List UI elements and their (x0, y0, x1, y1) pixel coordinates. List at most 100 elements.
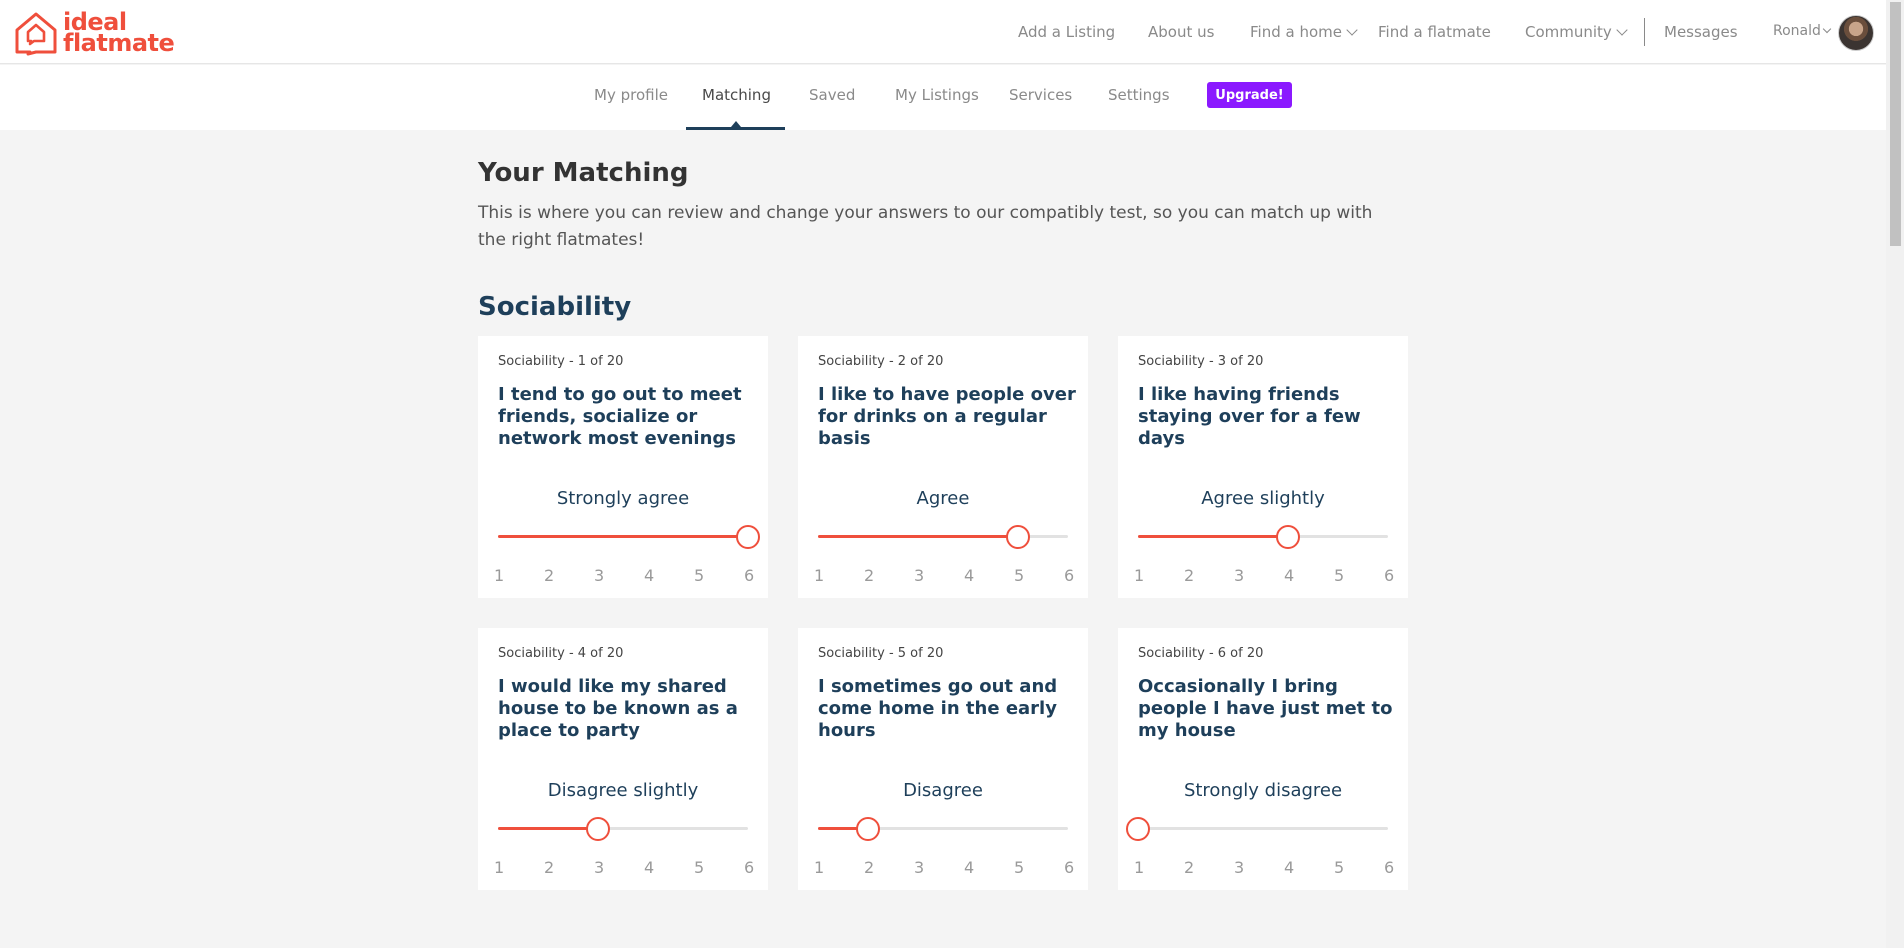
page-title: Your Matching (478, 158, 689, 188)
slider-fill (1138, 535, 1288, 538)
nav-find-home-label: Find a home (1250, 23, 1342, 41)
scale-tick-label: 5 (1334, 858, 1345, 877)
answer-label: Strongly disagree (1183, 780, 1343, 801)
question-text: I like to have people over for drinks on… (818, 384, 1076, 449)
question-card: Sociability - 4 of 20 I would like my sh… (478, 628, 768, 890)
logo-wordmark: ideal flatmate (63, 10, 175, 57)
house-speech-icon (15, 12, 57, 56)
nav-community[interactable]: Community (1525, 23, 1628, 41)
ideal-flatmate-logo[interactable]: ideal flatmate (14, 10, 175, 57)
scale-tick-label: 1 (494, 858, 505, 877)
scale-tick-label: 3 (594, 566, 605, 585)
nav-messages-label: Messages (1664, 23, 1738, 41)
nav-add-listing[interactable]: Add a Listing (1018, 23, 1115, 41)
question-text: I tend to go out to meet friends, social… (498, 384, 742, 449)
slider-track[interactable] (1138, 827, 1388, 830)
nav-divider (1644, 18, 1645, 46)
scale-tick-label: 5 (1334, 566, 1345, 585)
user-name: Ronald (1773, 23, 1821, 39)
upgrade-button[interactable]: Upgrade! (1207, 82, 1292, 108)
scale-tick-label: 4 (644, 858, 655, 877)
slider-thumb[interactable] (856, 817, 880, 841)
question-card: Sociability - 3 of 20 I like having frie… (1118, 336, 1408, 598)
tab-matching[interactable]: Matching (702, 86, 771, 104)
scale-tick-label: 6 (1384, 858, 1395, 877)
question-card: Sociability - 2 of 20 I like to have peo… (798, 336, 1088, 598)
scale-tick-label: 6 (744, 858, 755, 877)
nav-community-label: Community (1525, 23, 1612, 41)
scale-tick-label: 6 (744, 566, 755, 585)
scale-tick-label: 3 (914, 566, 925, 585)
scale-tick-label: 3 (1234, 566, 1245, 585)
nav-add-listing-label: Add a Listing (1018, 23, 1116, 41)
tab-settings[interactable]: Settings (1108, 86, 1170, 104)
scale-tick-label: 3 (914, 858, 925, 877)
nav-messages[interactable]: Messages (1664, 23, 1738, 41)
scale-tick-label: 4 (1284, 858, 1295, 877)
nav-find-home[interactable]: Find a home (1250, 23, 1358, 41)
question-text: I would like my shared house to be known… (498, 676, 738, 741)
scale-tick-label: 5 (694, 858, 705, 877)
logo-line2: flatmate (63, 29, 175, 57)
slider-fill (498, 827, 598, 830)
scale-tick-label: 4 (1284, 566, 1295, 585)
scale-tick-label: 1 (814, 566, 825, 585)
nav-find-flatmate-label: Find a flatmate (1378, 23, 1491, 41)
tab-my-listings[interactable]: My Listings (895, 86, 979, 104)
question-text: Occasionally I bring people I have just … (1138, 676, 1393, 741)
scale-tick-label: 2 (1184, 858, 1195, 877)
question-counter: Sociability - 2 of 20 (818, 354, 944, 369)
question-text: I sometimes go out and come home in the … (818, 676, 1058, 741)
question-counter: Sociability - 3 of 20 (1138, 354, 1264, 369)
scale-tick-label: 2 (544, 566, 555, 585)
scale-tick-label: 5 (1014, 858, 1025, 877)
scale-tick-label: 2 (1184, 566, 1195, 585)
site-header: ideal flatmate Add a Listing About us Fi… (0, 0, 1886, 64)
nav-about-label: About us (1148, 23, 1215, 41)
page-scrollbar-thumb[interactable] (1890, 2, 1901, 246)
answer-label: Agree (916, 488, 970, 509)
answer-label: Agree slightly (1201, 488, 1325, 509)
nav-about-us[interactable]: About us (1148, 23, 1214, 41)
scale-tick-label: 5 (694, 566, 705, 585)
slider-fill (818, 535, 1018, 538)
scale-tick-label: 1 (814, 858, 825, 877)
slider-thumb[interactable] (1126, 817, 1150, 841)
scale-tick-label: 1 (1134, 858, 1145, 877)
slider-scale: 1 2 3 4 5 6 (1118, 566, 1408, 586)
scale-tick-label: 6 (1384, 566, 1395, 585)
question-counter: Sociability - 4 of 20 (498, 646, 624, 661)
slider-thumb[interactable] (586, 817, 610, 841)
user-menu[interactable]: Ronald (1773, 23, 1832, 39)
scale-tick-label: 1 (494, 566, 505, 585)
tab-services[interactable]: Services (1009, 86, 1072, 104)
chevron-down-icon (1346, 23, 1358, 36)
slider-thumb[interactable] (1276, 525, 1300, 549)
scale-tick-label: 4 (964, 566, 975, 585)
nav-find-flatmate[interactable]: Find a flatmate (1378, 23, 1491, 41)
scale-tick-label: 3 (594, 858, 605, 877)
page-intro: This is where you can review and change … (478, 203, 1373, 250)
slider-fill (498, 535, 748, 538)
tab-my-profile[interactable]: My profile (594, 86, 668, 104)
section-title: Sociability (478, 292, 632, 322)
chevron-down-icon (1822, 24, 1832, 33)
answer-label: Strongly agree (556, 488, 690, 509)
scale-tick-label: 4 (964, 858, 975, 877)
scale-tick-label: 5 (1014, 566, 1025, 585)
scale-tick-label: 3 (1234, 858, 1245, 877)
question-text: I like having friends staying over for a… (1138, 384, 1361, 449)
active-tab-notch (731, 121, 741, 127)
tab-saved[interactable]: Saved (809, 86, 855, 104)
slider-thumb[interactable] (1006, 525, 1030, 549)
answer-label: Disagree slightly (547, 780, 699, 801)
question-counter: Sociability - 5 of 20 (818, 646, 944, 661)
scale-tick-label: 6 (1064, 566, 1075, 585)
active-tab-indicator (686, 127, 785, 130)
question-card: Sociability - 5 of 20 I sometimes go out… (798, 628, 1088, 890)
slider-thumb[interactable] (736, 525, 760, 549)
user-avatar[interactable] (1838, 15, 1874, 51)
slider-scale: 1 2 3 4 5 6 (478, 858, 768, 878)
question-counter: Sociability - 6 of 20 (1138, 646, 1264, 661)
scale-tick-label: 2 (864, 566, 875, 585)
